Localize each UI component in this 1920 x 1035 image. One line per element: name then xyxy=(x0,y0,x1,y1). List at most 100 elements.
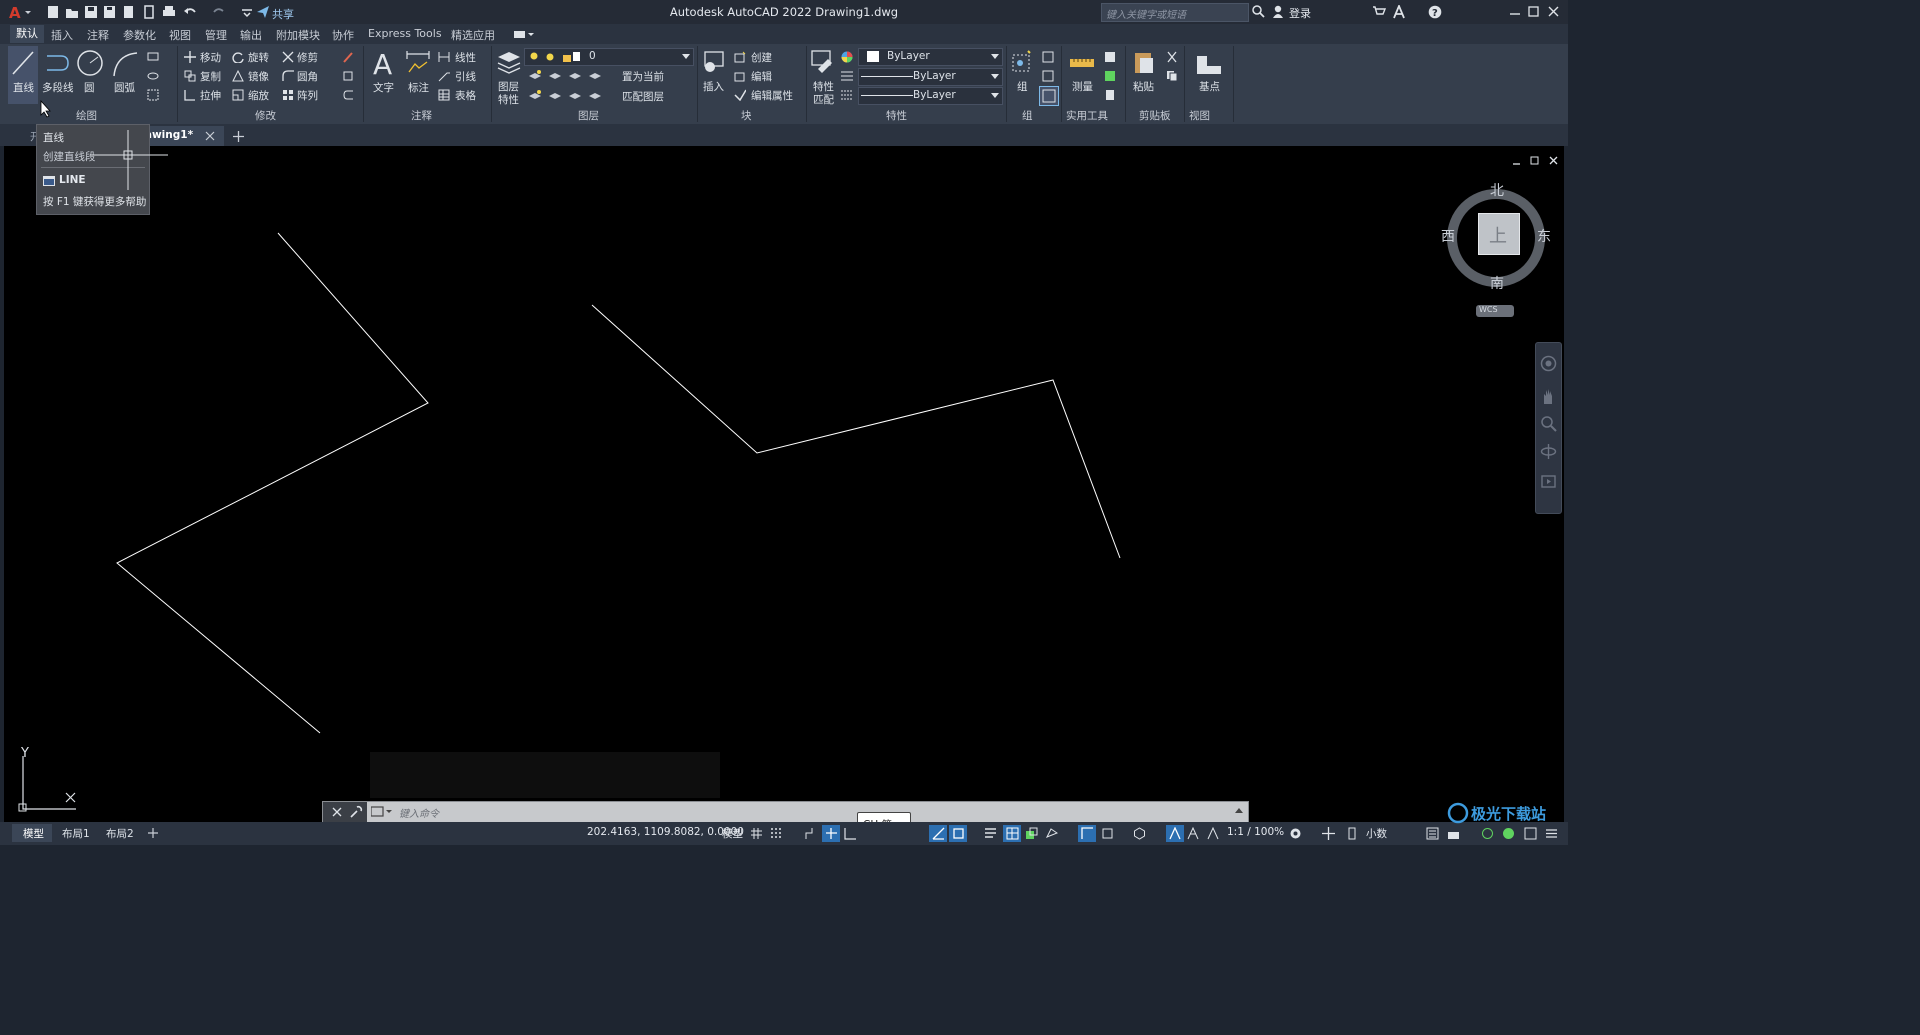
isolate-objects-icon[interactable] xyxy=(1481,827,1494,840)
maximize-icon[interactable] xyxy=(1527,5,1541,19)
recent-commands-icon[interactable] xyxy=(371,806,393,818)
hatch-icon[interactable] xyxy=(147,89,159,101)
drawing-canvas[interactable]: 上 北 南 东 西 WCS Y xyxy=(4,146,1564,822)
orbit-icon[interactable] xyxy=(1540,443,1557,460)
viewport-window-controls[interactable] xyxy=(1511,155,1561,167)
tab-annotate[interactable]: 注释 xyxy=(87,27,109,43)
zoom-icon[interactable] xyxy=(1540,415,1557,432)
selection-cycling-icon[interactable] xyxy=(1025,827,1038,840)
close-icon[interactable] xyxy=(1547,5,1561,19)
group-edit-icon[interactable] xyxy=(1042,70,1054,82)
compass-east[interactable]: 东 xyxy=(1537,226,1551,246)
group-selection-toggle[interactable] xyxy=(1039,86,1059,106)
search-icon[interactable] xyxy=(1252,5,1266,19)
cart-icon[interactable] xyxy=(1372,5,1386,19)
quick-properties-icon[interactable] xyxy=(1426,827,1439,840)
create-block-button[interactable]: 创建 xyxy=(751,50,772,65)
object-snap-tracking-toggle[interactable] xyxy=(949,825,967,842)
stretch-button[interactable]: 拉伸 xyxy=(200,88,221,103)
pan-icon[interactable] xyxy=(1540,388,1557,405)
share-icon[interactable] xyxy=(256,5,270,19)
showmotion-icon[interactable] xyxy=(1540,473,1557,490)
explode-icon[interactable] xyxy=(342,70,354,82)
modify-panel-title[interactable]: 修改 xyxy=(255,108,276,123)
utilities-panel-title[interactable]: 实用工具 xyxy=(1066,108,1108,123)
clean-screen-icon[interactable] xyxy=(1524,827,1537,840)
app-logo-icon[interactable]: A xyxy=(8,3,32,22)
move-button[interactable]: 移动 xyxy=(200,50,221,65)
tab-insert[interactable]: 插入 xyxy=(51,27,73,43)
offset-icon[interactable] xyxy=(342,89,354,101)
hardware-acceleration-icon[interactable] xyxy=(1502,827,1515,840)
user-icon[interactable] xyxy=(1272,5,1286,19)
fillet-button[interactable]: 圆角 xyxy=(297,69,318,84)
settings-gear-icon[interactable] xyxy=(1289,827,1302,840)
color-dropdown[interactable]: ByLayer xyxy=(858,48,1003,66)
tab-featured-apps[interactable]: 精选应用 xyxy=(451,27,495,43)
share-button[interactable]: 共享 xyxy=(272,6,294,22)
circle-tool-button[interactable]: 圆 xyxy=(74,46,104,104)
ortho-icon[interactable] xyxy=(844,827,857,840)
help-icon[interactable]: ? xyxy=(1428,5,1442,19)
linear-dim-button[interactable]: 线性 xyxy=(455,50,476,65)
save-as-icon[interactable] xyxy=(103,5,117,19)
layout-tab-2[interactable]: 布局2 xyxy=(106,826,134,841)
annotation-panel-title[interactable]: 注释 xyxy=(411,108,432,123)
open-folder-icon[interactable] xyxy=(65,5,79,19)
lineweight-dropdown[interactable]: ByLayer xyxy=(858,87,1003,105)
select-similar-icon[interactable] xyxy=(1104,51,1116,63)
properties-panel-title[interactable]: 特性 xyxy=(886,108,907,123)
tab-output[interactable]: 输出 xyxy=(240,27,262,43)
compass-south[interactable]: 南 xyxy=(1490,273,1504,293)
trim-button[interactable]: 修剪 xyxy=(297,50,318,65)
viewcube[interactable]: 上 北 南 东 西 WCS xyxy=(1434,178,1554,328)
new-file-icon[interactable] xyxy=(46,5,60,19)
customize-qat-icon[interactable] xyxy=(240,5,254,19)
units-value[interactable]: 小数 xyxy=(1366,826,1387,841)
tab-parametric[interactable]: 参数化 xyxy=(123,27,156,43)
annotation-visibility-toggle[interactable] xyxy=(1078,825,1096,842)
plot-icon[interactable] xyxy=(162,5,176,19)
lineweight-display-icon[interactable] xyxy=(984,827,997,840)
tab-express-tools[interactable]: Express Tools xyxy=(368,27,442,40)
block-panel-title[interactable]: 块 xyxy=(741,108,752,123)
customize-wrench-icon[interactable] xyxy=(349,805,363,819)
layout-tab-model[interactable]: 模型 xyxy=(12,824,52,842)
paste-button[interactable]: 粘贴 xyxy=(1130,46,1158,104)
save-icon[interactable] xyxy=(84,5,98,19)
edit-block-button[interactable]: 编辑 xyxy=(751,69,772,84)
layer-dropdown[interactable]: 0 xyxy=(524,48,694,66)
layout-tab-1[interactable]: 布局1 xyxy=(62,826,90,841)
close-commandline-icon[interactable] xyxy=(331,806,343,818)
add-icon[interactable] xyxy=(1322,827,1335,840)
polyline-right[interactable] xyxy=(591,304,1121,559)
dynamic-input-toggle[interactable] xyxy=(822,825,840,842)
model-space-toggle[interactable]: 模型 xyxy=(722,826,743,841)
isometric-drafting-toggle[interactable] xyxy=(929,825,947,842)
ribbon-options-icon[interactable] xyxy=(514,30,536,40)
tab-addins[interactable]: 附加模块 xyxy=(276,27,320,43)
rectangle-icon[interactable] xyxy=(147,51,159,63)
match-properties-button[interactable]: 特性 匹配 xyxy=(809,46,837,106)
group-button[interactable]: 组 xyxy=(1009,46,1035,104)
coordinates-readout[interactable]: 202.4163, 1109.8082, 0.0000 xyxy=(587,826,744,838)
workspace-switch-icon[interactable] xyxy=(1133,827,1146,840)
tab-manage[interactable]: 管理 xyxy=(205,27,227,43)
measure-button[interactable]: 测量 xyxy=(1066,46,1098,104)
redo-icon[interactable] xyxy=(212,5,226,19)
wcs-menu[interactable]: WCS xyxy=(1476,305,1514,317)
new-tab-icon[interactable] xyxy=(233,131,244,142)
layer-properties-button[interactable]: 图层 特性 xyxy=(494,46,524,106)
calculator-icon[interactable] xyxy=(1104,89,1116,101)
annotation-scale-alt-icon[interactable] xyxy=(1207,827,1220,840)
groups-panel-title[interactable]: 组 xyxy=(1022,108,1033,123)
rotate-button[interactable]: 旋转 xyxy=(248,50,269,65)
view-panel-title[interactable]: 视图 xyxy=(1189,108,1210,123)
copy-clip-icon[interactable] xyxy=(1166,70,1178,82)
tab-view[interactable]: 视图 xyxy=(169,27,191,43)
line-tool-button[interactable]: 直线 xyxy=(8,46,38,104)
customization-menu-icon[interactable] xyxy=(1545,827,1558,840)
login-button[interactable]: 登录 xyxy=(1289,5,1311,21)
draw-panel-title[interactable]: 绘图 xyxy=(76,108,97,123)
scale-button[interactable]: 缩放 xyxy=(248,88,269,103)
